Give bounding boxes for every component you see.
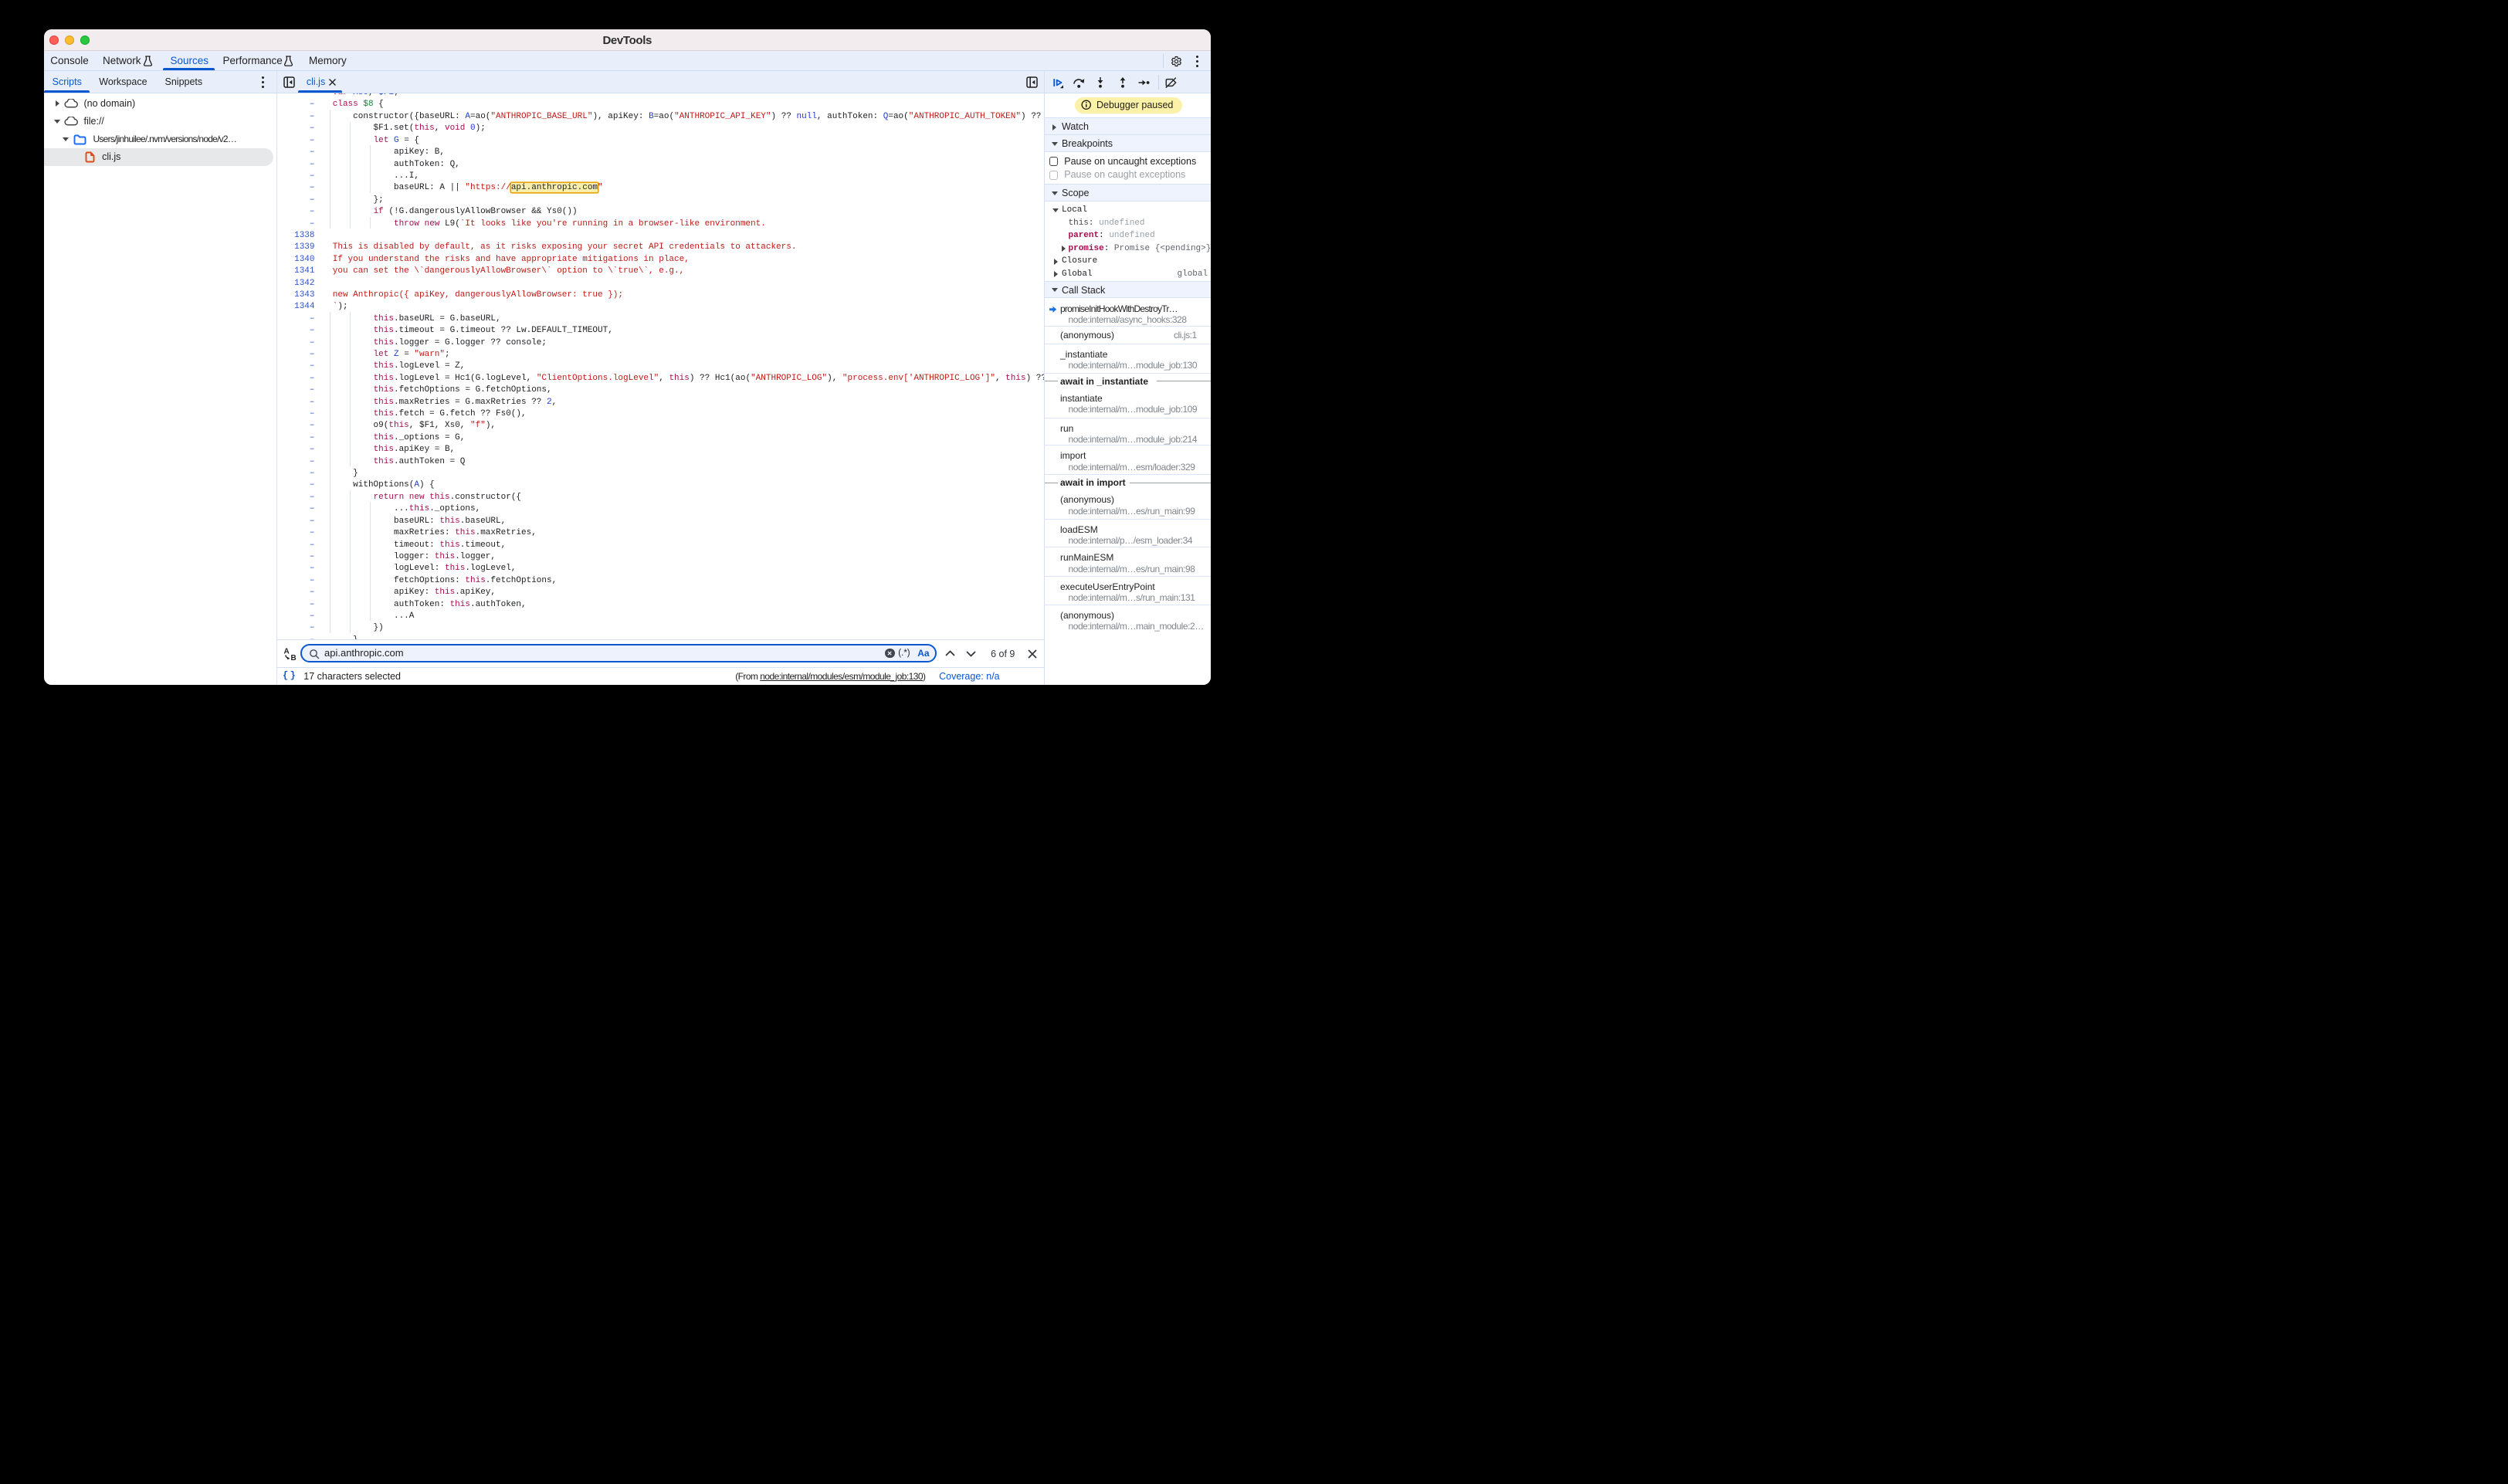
svg-text:A: A: [283, 647, 289, 656]
svg-text:B: B: [290, 654, 296, 661]
